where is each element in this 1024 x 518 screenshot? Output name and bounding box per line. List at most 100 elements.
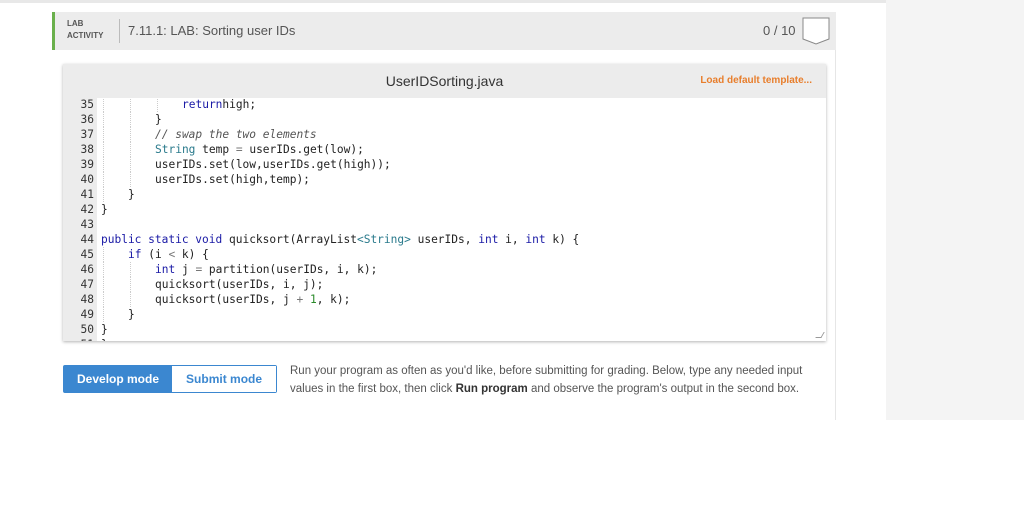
code-token: userIDs.get(low); [242, 143, 364, 156]
line-number: 43 [80, 218, 94, 231]
indent-guide [103, 277, 104, 292]
code-line: 48 quicksort(userIDs, j + 1, k); [63, 292, 826, 307]
code-text: String temp = userIDs.get(low); [155, 142, 364, 157]
code-token: public static void [101, 233, 223, 246]
code-token: return [182, 98, 223, 111]
indent-guide [103, 112, 104, 127]
code-text: // swap the two elements [155, 127, 317, 142]
mode-toggle: Develop mode Submit mode [63, 365, 278, 393]
top-border [0, 0, 1024, 3]
lab-activity-card: LAB ACTIVITY 7.11.1: LAB: Sorting user ID… [52, 12, 836, 420]
line-number: 41 [80, 188, 94, 201]
header-divider [119, 19, 120, 43]
code-line: 42} [63, 202, 826, 217]
code-token: if [128, 248, 142, 261]
instructions-part2: and observe the program's output in the … [527, 383, 800, 395]
code-text: userIDs.set(low,userIDs.get(high)); [155, 157, 391, 172]
indent-guide [130, 277, 131, 292]
develop-mode-button[interactable]: Develop mode [64, 366, 173, 392]
code-editor[interactable]: UserIDSorting.java Load default template… [63, 64, 826, 341]
indent-guide [130, 112, 131, 127]
code-token: } [101, 203, 108, 216]
line-number: 47 [80, 278, 94, 291]
line-number: 35 [80, 98, 94, 111]
line-number: 42 [80, 203, 94, 216]
indent-guide [103, 292, 104, 307]
code-token: } [155, 113, 162, 126]
indent-guide [130, 172, 131, 187]
code-text: } [101, 337, 108, 341]
load-default-template-link[interactable]: Load default template... [700, 75, 812, 86]
line-number: 38 [80, 143, 94, 156]
code-token: } [101, 338, 108, 341]
indent-guide [130, 127, 131, 142]
code-token: quicksort(ArrayList [222, 233, 357, 246]
code-token: high; [222, 98, 257, 111]
line-number: 49 [80, 308, 94, 321]
code-token: userIDs.set(high,temp); [155, 173, 310, 186]
line-number: 45 [80, 248, 94, 261]
indent-guide [157, 98, 158, 112]
code-token: <String> [356, 233, 411, 246]
code-line: 41} [63, 187, 826, 202]
code-line: 43 [63, 217, 826, 232]
code-token: temp [195, 143, 236, 156]
instructions-text: Run your program as often as you'd like,… [290, 362, 830, 398]
code-text: } [128, 187, 135, 202]
line-number: 46 [80, 263, 94, 276]
indent-guide [103, 172, 104, 187]
code-text: quicksort(userIDs, i, j); [155, 277, 323, 292]
code-token: } [128, 308, 135, 321]
code-line: 37 // swap the two elements [63, 127, 826, 142]
code-area[interactable]: 35 returnhigh; 36} 37 // swap the two elemen… [63, 98, 826, 341]
line-number: 51 [63, 337, 94, 341]
code-line: 39 userIDs.set(low,userIDs.get(high)); [63, 157, 826, 172]
code-text: public static void quicksort(ArrayList<S… [101, 232, 579, 247]
lab-header: LAB ACTIVITY 7.11.1: LAB: Sorting user ID… [52, 12, 836, 50]
lab-label-line2: ACTIVITY [67, 31, 104, 40]
indent-guide [130, 262, 131, 277]
code-text: userIDs.set(high,temp); [155, 172, 310, 187]
code-line: 49} [63, 307, 826, 322]
code-line: 46 int j = partition(userIDs, i, k); [63, 262, 826, 277]
code-token: k) { [175, 248, 209, 261]
code-token: 1 [309, 293, 317, 306]
indent-guide [130, 157, 131, 172]
code-token: int [525, 233, 546, 246]
indent-guide [103, 187, 104, 202]
code-line: 51} [63, 337, 826, 341]
line-number: 40 [80, 173, 94, 186]
line-number: 39 [80, 158, 94, 171]
indent-guide [103, 307, 104, 322]
line-number: 37 [80, 128, 94, 141]
code-token: quicksort(userIDs, i, j); [155, 278, 324, 291]
bookmark-badge-icon [802, 17, 830, 45]
code-token: // swap the two elements [155, 128, 317, 141]
code-token: userIDs, [410, 233, 479, 246]
indent-guide [130, 98, 131, 112]
lab-label-line1: LAB [67, 19, 84, 28]
code-token: int [155, 263, 176, 276]
code-token: int [478, 233, 499, 246]
right-side-panel [886, 0, 1024, 420]
indent-guide [103, 127, 104, 142]
run-program-bold: Run program [455, 383, 528, 395]
code-line: 35 returnhigh; [63, 98, 826, 112]
indent-guide [130, 142, 131, 157]
code-text: int j = partition(userIDs, i, k); [155, 262, 377, 277]
indent-guide [103, 157, 104, 172]
code-token: , k); [316, 293, 351, 306]
code-token: j [175, 263, 196, 276]
line-number: 36 [80, 113, 94, 126]
indent-guide [103, 247, 104, 262]
code-line: 38 String temp = userIDs.get(low); [63, 142, 826, 157]
code-text: } [128, 307, 135, 322]
code-token: userIDs.set(low,userIDs.get(high)); [155, 158, 391, 171]
code-token: quicksort(userIDs, j [155, 293, 297, 306]
indent-guide [103, 262, 104, 277]
code-line: 45 if (i < k) { [63, 247, 826, 262]
submit-mode-button[interactable]: Submit mode [172, 366, 277, 392]
line-number: 48 [80, 293, 94, 306]
code-text: if (i < k) { [128, 247, 209, 262]
code-text: } [155, 112, 162, 127]
